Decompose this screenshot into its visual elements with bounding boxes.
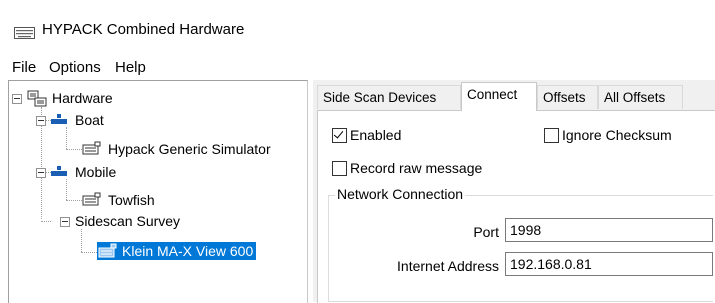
keyboard-icon xyxy=(14,27,35,39)
internet-address-input[interactable] xyxy=(505,252,713,276)
collapse-boat-icon[interactable] xyxy=(36,116,46,126)
window-title: HYPACK Combined Hardware xyxy=(42,21,245,38)
internet-address-label: Internet Address xyxy=(397,258,499,274)
tree-node-hypack-generic-simulator[interactable]: Hypack Generic Simulator xyxy=(82,138,271,160)
tree-node-klein-ma-x-view-600[interactable]: Klein MA-X View 600 xyxy=(97,240,257,262)
tree-line xyxy=(66,200,82,201)
menu-options[interactable]: Options xyxy=(49,59,101,76)
device-icon xyxy=(97,242,119,260)
tree-node-boat[interactable]: Boat xyxy=(50,109,104,131)
tree-line xyxy=(81,229,82,252)
hardware-tree[interactable]: Hardware Boat Hypack Generic Simulator M… xyxy=(8,80,308,303)
collapse-hardware-icon[interactable] xyxy=(12,94,22,104)
tree-node-hardware[interactable]: Hardware xyxy=(26,87,113,109)
device-settings-panel: Side Scan Devices Connect Offsets All Of… xyxy=(313,80,715,303)
tree-line xyxy=(41,221,51,222)
tree-node-towfish[interactable]: Towfish xyxy=(82,189,155,211)
tree-line xyxy=(81,252,97,253)
tab-all-offsets[interactable]: All Offsets xyxy=(598,85,683,109)
hardware-icon xyxy=(27,90,47,107)
ignore-checksum-checkbox[interactable]: Ignore Checksum xyxy=(544,127,672,143)
device-icon xyxy=(82,192,101,206)
tab-offsets[interactable]: Offsets xyxy=(537,85,598,109)
record-raw-message-checkbox[interactable]: Record raw message xyxy=(332,160,482,176)
tree-label: Hypack Generic Simulator xyxy=(108,141,271,157)
tree-node-mobile[interactable]: Mobile xyxy=(50,161,116,183)
ignore-checksum-label: Ignore Checksum xyxy=(562,127,672,143)
tab-side-scan-devices[interactable]: Side Scan Devices xyxy=(317,85,461,109)
port-label: Port xyxy=(473,224,499,240)
record-raw-label: Record raw message xyxy=(350,160,483,176)
tree-node-sidescan-survey[interactable]: Sidescan Survey xyxy=(75,210,180,232)
enabled-checkbox[interactable]: Enabled xyxy=(332,127,401,143)
menu-file[interactable]: File xyxy=(12,59,36,76)
checkbox-box[interactable] xyxy=(332,160,347,176)
tab-connect[interactable]: Connect xyxy=(461,82,537,111)
tree-label: Hardware xyxy=(52,90,113,106)
port-input[interactable] xyxy=(505,218,713,242)
tree-label: Towfish xyxy=(108,192,155,208)
enabled-label: Enabled xyxy=(350,127,402,143)
tree-label: Sidescan Survey xyxy=(75,213,181,229)
tree-label: Mobile xyxy=(75,164,117,180)
title-bar: HYPACK Combined Hardware xyxy=(0,0,715,48)
checkbox-box[interactable] xyxy=(544,127,559,143)
network-connection-legend: Network Connection xyxy=(335,186,466,202)
boat-icon xyxy=(51,114,67,124)
menu-bar: File Options Help xyxy=(0,52,715,78)
network-connection-group: Network Connection Port Internet Address xyxy=(328,186,713,302)
menu-help[interactable]: Help xyxy=(115,59,146,76)
boat-icon xyxy=(51,166,67,176)
checkbox-box[interactable] xyxy=(332,127,347,143)
collapse-sidescan-icon[interactable] xyxy=(60,217,70,227)
connect-tab-content: Enabled Ignore Checksum Record raw messa… xyxy=(317,110,715,303)
collapse-mobile-icon[interactable] xyxy=(36,168,46,178)
tree-line xyxy=(66,149,82,150)
tree-label: Boat xyxy=(75,112,104,128)
tree-label: Klein MA-X View 600 xyxy=(119,242,257,260)
device-icon xyxy=(82,141,101,155)
